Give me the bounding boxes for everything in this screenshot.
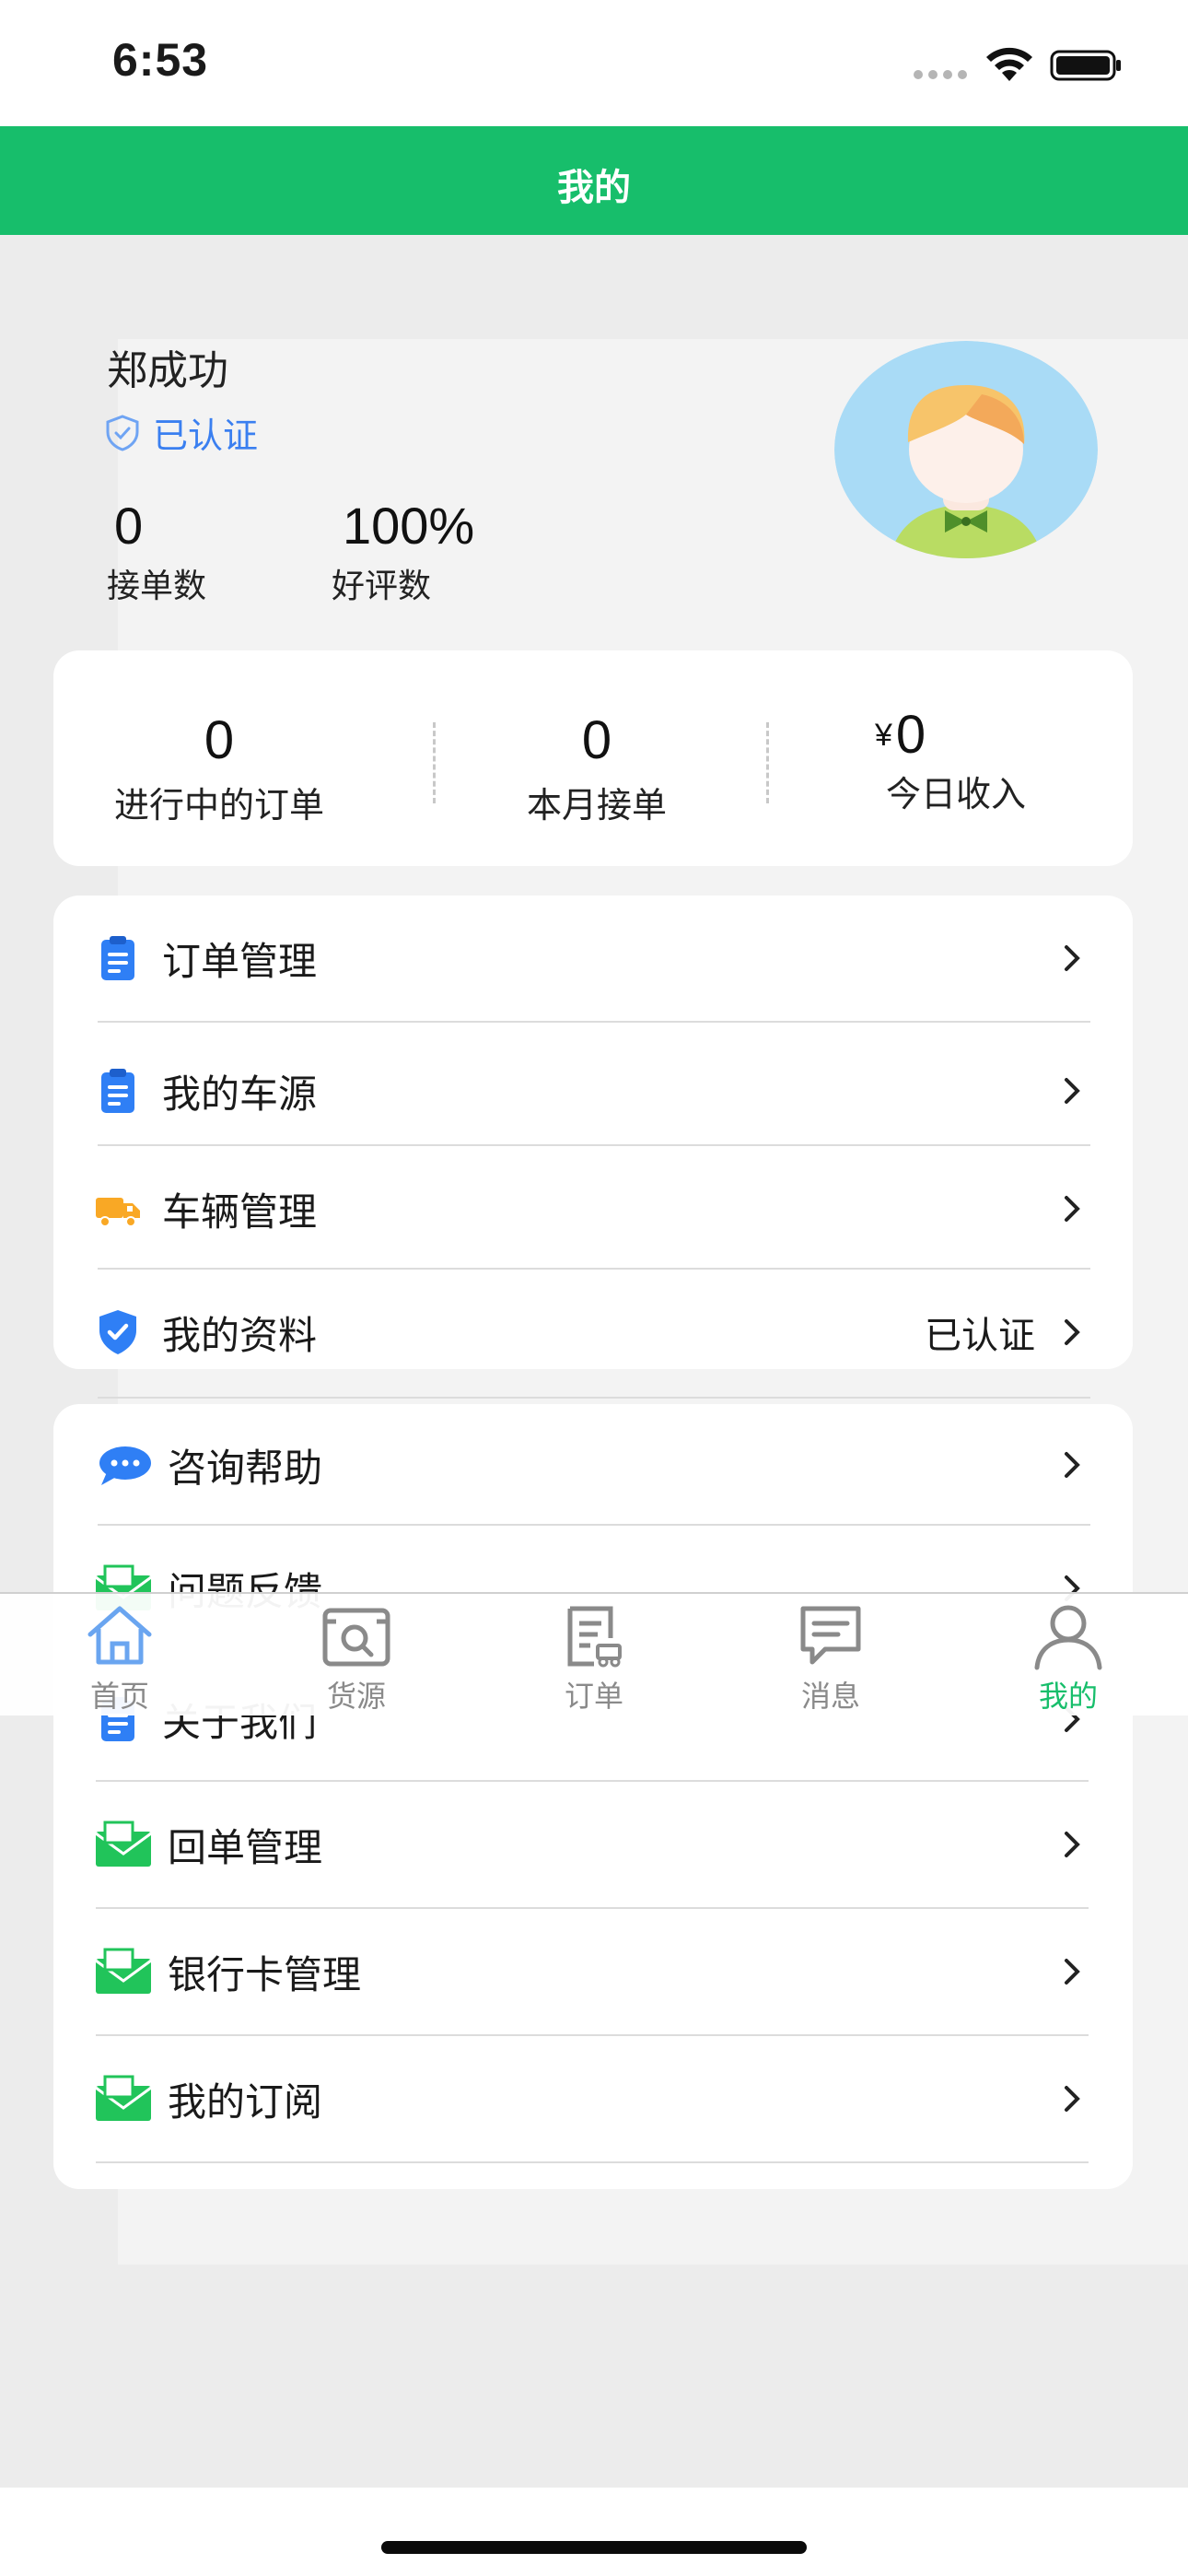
signal-icon — [914, 70, 967, 79]
income-amount: 0 — [895, 705, 926, 765]
page-title: 我的 — [557, 167, 631, 209]
tab-cargo[interactable]: 货源 — [283, 1601, 430, 1715]
chevron-right-icon — [1065, 945, 1080, 971]
menu-label: 银行卡管理 — [168, 1951, 362, 1997]
menu-label: 我的资料 — [162, 1312, 318, 1358]
summary-in-progress[interactable]: 0 进行中的订单 — [81, 709, 357, 827]
menu-item-vehicle-management[interactable]: 车辆管理 — [94, 1163, 1092, 1255]
tab-label: 订单 — [564, 1679, 623, 1714]
summary-value: 0 — [204, 710, 235, 770]
menu-label: 订单管理 — [162, 938, 318, 984]
battery-icon — [1050, 50, 1121, 81]
chevron-right-icon — [1065, 1452, 1080, 1478]
menu-label: 回单管理 — [168, 1824, 323, 1870]
menu-label: 车辆管理 — [162, 1188, 318, 1235]
stat-value: 0 — [114, 497, 144, 555]
tab-bar: 首页 货源 订单 消息 我的 — [0, 1592, 1188, 1715]
verified-label: 已认证 — [153, 416, 259, 456]
envelope-icon — [95, 2075, 152, 2121]
menu-item-receipt-management[interactable]: 回单管理 — [94, 1798, 1092, 1891]
summary-today-income[interactable]: ¥0 今日收入 — [845, 704, 1066, 816]
chevron-right-icon — [1065, 1319, 1080, 1345]
chevron-right-icon — [1065, 1832, 1080, 1857]
menu-label: 我的订阅 — [168, 2078, 323, 2125]
tab-orders[interactable]: 订单 — [520, 1601, 668, 1715]
chevron-right-icon — [1065, 2086, 1080, 2112]
tab-label: 货源 — [326, 1679, 386, 1714]
avatar[interactable] — [834, 341, 1098, 558]
clipboard-icon — [101, 936, 134, 980]
order-icon — [567, 1606, 622, 1668]
summary-label: 今日收入 — [885, 774, 1026, 814]
divider — [96, 2034, 1089, 2036]
cargo-search-icon — [322, 1608, 390, 1667]
chevron-right-icon — [1065, 1959, 1080, 1985]
menu-item-bank-card-management[interactable]: 银行卡管理 — [94, 1926, 1092, 2018]
summary-value: ¥0 — [845, 704, 1066, 766]
tab-label: 我的 — [1038, 1679, 1098, 1714]
wifi-icon — [986, 47, 1032, 81]
chevron-right-icon — [1065, 1196, 1080, 1222]
divider — [98, 1268, 1090, 1270]
summary-month-orders[interactable]: 0 本月接单 — [486, 709, 707, 827]
envelope-icon — [95, 1948, 152, 1994]
shield-check-icon — [99, 1310, 136, 1354]
chevron-right-icon — [1065, 1078, 1080, 1104]
verified-status: 已认证 — [925, 1315, 1035, 1357]
stat-value: 100% — [343, 497, 475, 555]
divider — [96, 1907, 1089, 1909]
menu-card-primary: 订单管理 我的车源 车辆管理 我的资料 已认证 — [53, 896, 1133, 1369]
stat-label: 好评数 — [332, 568, 432, 605]
divider — [433, 722, 436, 803]
tab-label: 消息 — [800, 1679, 860, 1714]
menu-label: 我的车源 — [162, 1071, 318, 1117]
divider — [96, 2161, 1089, 2163]
currency-symbol: ¥ — [875, 718, 892, 753]
menu-item-help[interactable]: 咨询帮助 — [94, 1419, 1092, 1511]
shield-icon — [106, 414, 139, 451]
profile-name: 郑成功 — [107, 347, 228, 394]
summary-card: 0 进行中的订单 0 本月接单 ¥0 今日收入 — [53, 650, 1133, 866]
divider — [98, 1397, 1090, 1399]
home-indicator[interactable] — [381, 2541, 807, 2554]
divider — [96, 1780, 1089, 1782]
status-time: 6:53 — [112, 34, 209, 86]
menu-card-secondary: 咨询帮助 问题反馈 关于我们 回单管理 银行卡管理 我的订阅 — [53, 1397, 1133, 2189]
summary-label: 本月接单 — [526, 785, 667, 825]
menu-item-my-vehicle-source[interactable]: 我的车源 — [94, 1045, 1092, 1137]
menu-item-order-management[interactable]: 订单管理 — [94, 912, 1092, 1004]
divider — [98, 1144, 1090, 1146]
tab-home[interactable]: 首页 — [46, 1601, 193, 1715]
summary-label: 进行中的订单 — [113, 785, 324, 825]
stat-orders-taken: 0 接单数 — [107, 496, 206, 607]
summary-value: 0 — [581, 710, 612, 770]
stat-label: 接单数 — [107, 568, 207, 605]
clipboard-icon — [101, 1069, 134, 1113]
verified-badge[interactable]: 已认证 — [103, 407, 258, 458]
avatar-image — [834, 341, 1098, 558]
user-icon — [1034, 1605, 1102, 1670]
message-icon — [800, 1606, 861, 1665]
menu-label: 咨询帮助 — [168, 1445, 323, 1491]
stat-good-rating: 100% 好评数 — [332, 496, 474, 607]
divider — [98, 1524, 1090, 1526]
menu-item-my-profile[interactable]: 我的资料 已认证 — [94, 1286, 1092, 1369]
tab-messages[interactable]: 消息 — [757, 1601, 904, 1715]
menu-item-my-subscriptions[interactable]: 我的订阅 — [94, 2053, 1092, 2145]
divider — [766, 722, 769, 803]
envelope-icon — [95, 1821, 152, 1867]
divider — [98, 1021, 1090, 1023]
status-bar: 6:53 — [0, 0, 1188, 126]
tab-label: 首页 — [89, 1679, 149, 1714]
nav-bar: 我的 — [0, 126, 1188, 235]
tab-mine[interactable]: 我的 — [995, 1601, 1142, 1715]
truck-icon — [96, 1198, 140, 1227]
home-indicator-area — [0, 2488, 1188, 2576]
home-icon — [87, 1606, 152, 1665]
chat-bubble-icon — [99, 1446, 151, 1485]
